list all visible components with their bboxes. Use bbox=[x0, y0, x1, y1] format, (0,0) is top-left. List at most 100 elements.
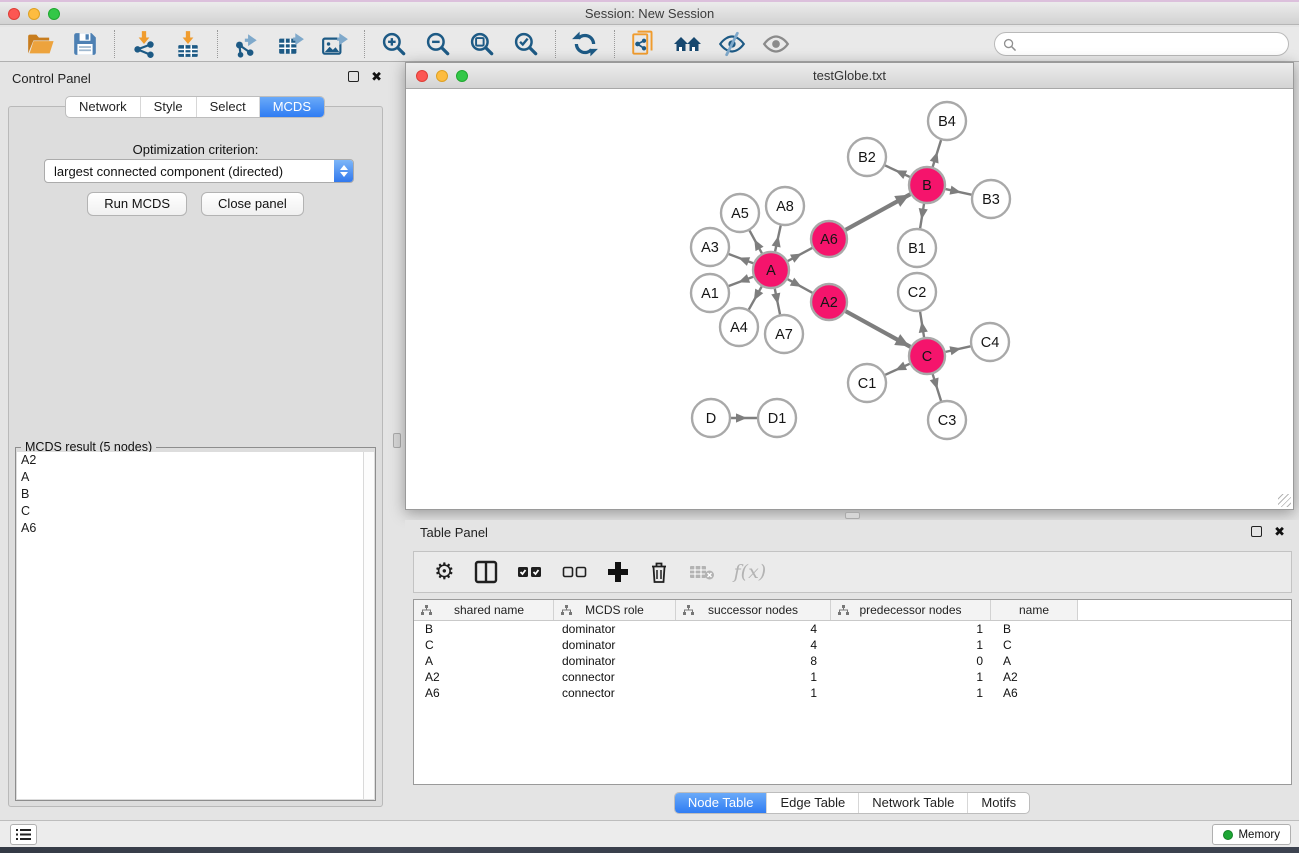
mcds-result-item[interactable]: C bbox=[17, 503, 363, 520]
tab-network-table[interactable]: Network Table bbox=[858, 793, 967, 813]
save-session-icon[interactable] bbox=[70, 29, 100, 59]
horizontal-split-handle[interactable] bbox=[845, 512, 860, 519]
new-network-from-selection-icon[interactable] bbox=[629, 29, 659, 59]
zoom-selected-icon[interactable] bbox=[511, 29, 541, 59]
search-input[interactable] bbox=[1021, 35, 1288, 53]
close-table-panel-icon[interactable]: ✖ bbox=[1274, 526, 1285, 537]
graph-node[interactable]: A6 bbox=[811, 221, 847, 257]
graph-node[interactable]: B2 bbox=[848, 138, 886, 176]
optimization-criterion-select[interactable]: largest connected component (directed) bbox=[44, 159, 354, 183]
table-cell[interactable]: 1 bbox=[831, 638, 991, 652]
graph-node[interactable]: A8 bbox=[766, 187, 804, 225]
table-cell[interactable]: 1 bbox=[831, 670, 991, 684]
network-window-titlebar[interactable]: testGlobe.txt bbox=[406, 63, 1293, 89]
mcds-result-list[interactable]: A2ABCA6 bbox=[17, 452, 363, 799]
table-cell[interactable]: A6 bbox=[414, 686, 554, 700]
graph-node[interactable]: A4 bbox=[720, 308, 758, 346]
vertical-split-handle[interactable] bbox=[393, 433, 401, 448]
tab-motifs[interactable]: Motifs bbox=[967, 793, 1029, 813]
export-table-icon[interactable] bbox=[276, 29, 306, 59]
table-cell[interactable]: 4 bbox=[676, 638, 831, 652]
table-settings-gear-icon[interactable]: ⚙ bbox=[434, 557, 455, 587]
graph-node[interactable]: A bbox=[753, 252, 789, 288]
table-cell[interactable]: A bbox=[991, 654, 1078, 668]
tab-select[interactable]: Select bbox=[196, 97, 259, 117]
table-cell[interactable]: B bbox=[991, 622, 1078, 636]
column-header-name[interactable]: name bbox=[991, 600, 1078, 620]
graph-node[interactable]: B3 bbox=[972, 180, 1010, 218]
column-header-successor-nodes[interactable]: successor nodes bbox=[676, 600, 831, 620]
delete-table-icon[interactable] bbox=[689, 557, 715, 587]
delete-column-icon[interactable] bbox=[648, 557, 670, 587]
function-builder-icon[interactable]: f(x) bbox=[734, 557, 767, 587]
open-file-icon[interactable] bbox=[26, 29, 56, 59]
mcds-result-item[interactable]: A bbox=[17, 469, 363, 486]
table-cell[interactable]: C bbox=[991, 638, 1078, 652]
zoom-out-icon[interactable] bbox=[423, 29, 453, 59]
memory-button[interactable]: Memory bbox=[1212, 824, 1291, 845]
import-network-icon[interactable] bbox=[129, 29, 159, 59]
add-column-icon[interactable] bbox=[607, 557, 629, 587]
zoom-fit-icon[interactable] bbox=[467, 29, 497, 59]
table-cell[interactable]: 1 bbox=[676, 686, 831, 700]
network-graph[interactable]: AA1A2A3A4A5A6A7A8BB1B2B3B4CC1C2C3C4DD1 bbox=[406, 90, 1293, 510]
graph-node[interactable]: B bbox=[909, 167, 945, 203]
export-network-icon[interactable] bbox=[232, 29, 262, 59]
graph-node[interactable]: C4 bbox=[971, 323, 1009, 361]
table-cell[interactable]: C bbox=[414, 638, 554, 652]
result-scrollbar[interactable] bbox=[363, 452, 374, 799]
graph-node[interactable]: B1 bbox=[898, 229, 936, 267]
mcds-result-item[interactable]: B bbox=[17, 486, 363, 503]
graph-node[interactable]: C bbox=[909, 338, 945, 374]
float-table-panel-icon[interactable] bbox=[1251, 526, 1262, 537]
task-history-button[interactable] bbox=[10, 824, 37, 845]
network-canvas[interactable]: AA1A2A3A4A5A6A7A8BB1B2B3B4CC1C2C3C4DD1 bbox=[406, 90, 1293, 509]
graph-node[interactable]: D1 bbox=[758, 399, 796, 437]
tab-style[interactable]: Style bbox=[140, 97, 196, 117]
table-cell[interactable]: A6 bbox=[991, 686, 1078, 700]
table-cell[interactable]: A2 bbox=[991, 670, 1078, 684]
run-mcds-button[interactable]: Run MCDS bbox=[87, 192, 187, 216]
table-cell[interactable]: 1 bbox=[831, 686, 991, 700]
table-cell[interactable]: 4 bbox=[676, 622, 831, 636]
tab-node-table[interactable]: Node Table bbox=[675, 793, 767, 813]
table-row[interactable]: A6connector11A6 bbox=[414, 685, 1291, 701]
graph-node[interactable]: A2 bbox=[811, 284, 847, 320]
first-neighbors-icon[interactable] bbox=[673, 29, 703, 59]
node-table-body[interactable]: Bdominator41BCdominator41CAdominator80AA… bbox=[414, 621, 1291, 701]
table-cell[interactable]: 1 bbox=[676, 670, 831, 684]
float-panel-icon[interactable] bbox=[348, 71, 359, 82]
table-row[interactable]: Bdominator41B bbox=[414, 621, 1291, 637]
select-all-icon[interactable] bbox=[517, 557, 543, 587]
window-resize-grip[interactable] bbox=[1278, 494, 1291, 507]
table-cell[interactable]: A bbox=[414, 654, 554, 668]
table-cell[interactable]: 0 bbox=[831, 654, 991, 668]
tab-network[interactable]: Network bbox=[66, 97, 140, 117]
import-table-icon[interactable] bbox=[173, 29, 203, 59]
table-cell[interactable]: connector bbox=[554, 670, 676, 684]
graph-node[interactable]: A3 bbox=[691, 228, 729, 266]
table-row[interactable]: Adominator80A bbox=[414, 653, 1291, 669]
tab-edge-table[interactable]: Edge Table bbox=[766, 793, 858, 813]
table-row[interactable]: A2connector11A2 bbox=[414, 669, 1291, 685]
panel-columns-icon[interactable] bbox=[474, 557, 498, 587]
show-all-icon[interactable] bbox=[761, 29, 791, 59]
table-cell[interactable]: dominator bbox=[554, 622, 676, 636]
graph-node[interactable]: C3 bbox=[928, 401, 966, 439]
table-cell[interactable]: B bbox=[414, 622, 554, 636]
tab-mcds[interactable]: MCDS bbox=[259, 97, 324, 117]
table-cell[interactable]: dominator bbox=[554, 654, 676, 668]
graph-node[interactable]: C1 bbox=[848, 364, 886, 402]
zoom-in-icon[interactable] bbox=[379, 29, 409, 59]
graph-node[interactable]: C2 bbox=[898, 273, 936, 311]
column-header-predecessor-nodes[interactable]: predecessor nodes bbox=[831, 600, 991, 620]
close-panel-button[interactable]: Close panel bbox=[201, 192, 304, 216]
graph-node[interactable]: B4 bbox=[928, 102, 966, 140]
export-image-icon[interactable] bbox=[320, 29, 350, 59]
column-header-mcds-role[interactable]: MCDS role bbox=[554, 600, 676, 620]
column-header-shared-name[interactable]: shared name bbox=[414, 600, 554, 620]
deselect-all-icon[interactable] bbox=[562, 557, 588, 587]
graph-node[interactable]: A5 bbox=[721, 194, 759, 232]
table-row[interactable]: Cdominator41C bbox=[414, 637, 1291, 653]
graph-node[interactable]: D bbox=[692, 399, 730, 437]
